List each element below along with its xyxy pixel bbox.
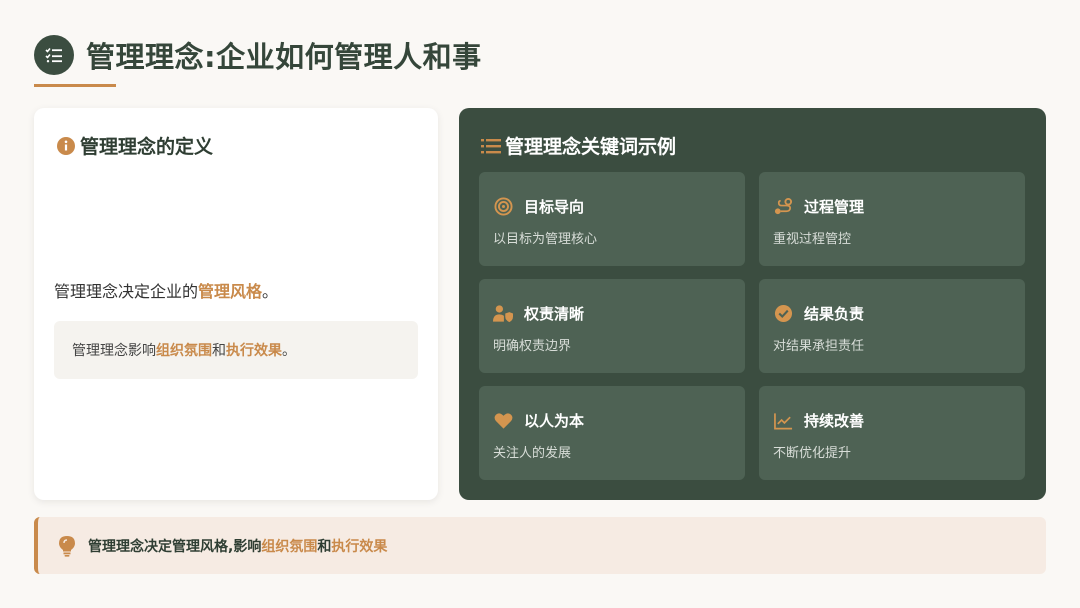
keywords-card: 管理理念关键词示例 目标导向 以目标为管理核心 过程管理 重视过程管控 权责清晰… bbox=[459, 108, 1046, 500]
keyword-desc: 以目标为管理核心 bbox=[493, 232, 598, 247]
keyword-tile-people: 以人为本 关注人的发展 bbox=[479, 386, 745, 480]
page-header: 管理理念:企业如何管理人和事 bbox=[34, 34, 482, 76]
definition-highlight: 管理风格 bbox=[198, 282, 263, 301]
influence-box: 管理理念影响 组织氛围和执行效果。 bbox=[54, 321, 418, 379]
definition-heading-label: 管理理念的定义 bbox=[80, 136, 214, 158]
summary-prefix: 管理理念决定管理风格,影响 bbox=[88, 538, 262, 555]
definition-text: 管理理念决定企业的管理风格。 bbox=[54, 278, 278, 302]
summary-mid: 和 bbox=[317, 538, 332, 555]
chart-line-icon bbox=[773, 411, 793, 431]
keyword-title: 结果负责 bbox=[804, 305, 865, 323]
influence-highlight-1: 组织氛围 bbox=[156, 343, 212, 359]
keyword-desc: 不断优化提升 bbox=[773, 446, 852, 461]
summary-highlight-2: 执行效果 bbox=[331, 538, 388, 555]
keywords-heading-label: 管理理念关键词示例 bbox=[505, 136, 677, 158]
keywords-heading: 管理理念关键词示例 bbox=[481, 132, 676, 159]
definition-heading: 管理理念的定义 bbox=[56, 132, 213, 159]
user-shield-icon bbox=[493, 304, 513, 324]
summary-text: 管理理念决定管理风格,影响组织氛围和执行效果 bbox=[88, 536, 387, 556]
target-icon bbox=[493, 197, 513, 217]
keyword-title: 权责清晰 bbox=[524, 305, 585, 323]
list-icon bbox=[481, 137, 501, 155]
keyword-title: 目标导向 bbox=[524, 198, 585, 216]
keyword-tile-result: 结果负责 对结果承担责任 bbox=[759, 279, 1025, 373]
summary-highlight-1: 组织氛围 bbox=[261, 538, 318, 555]
summary-bar: 管理理念决定管理风格,影响组织氛围和执行效果 bbox=[34, 517, 1046, 574]
definition-card: 管理理念的定义 管理理念决定企业的管理风格。 管理理念影响 组织氛围和执行效果。 bbox=[34, 108, 438, 500]
influence-prefix: 管理理念影响 bbox=[72, 343, 156, 359]
heart-icon bbox=[493, 411, 513, 431]
definition-suffix: 。 bbox=[262, 282, 279, 301]
definition-prefix: 管理理念决定企业的 bbox=[54, 282, 199, 301]
keyword-title: 持续改善 bbox=[804, 412, 865, 430]
checklist-icon bbox=[34, 35, 74, 75]
influence-mid: 和 bbox=[212, 343, 226, 359]
title-underline bbox=[34, 84, 116, 87]
keyword-title: 以人为本 bbox=[524, 412, 585, 430]
keyword-tile-improve: 持续改善 不断优化提升 bbox=[759, 386, 1025, 480]
keyword-tile-process: 过程管理 重视过程管控 bbox=[759, 172, 1025, 266]
influence-suffix: 。 bbox=[282, 343, 296, 359]
keyword-title: 过程管理 bbox=[804, 198, 865, 216]
keywords-grid: 目标导向 以目标为管理核心 过程管理 重视过程管控 权责清晰 明确权责边界 结果… bbox=[479, 172, 1025, 480]
keyword-tile-goal: 目标导向 以目标为管理核心 bbox=[479, 172, 745, 266]
keyword-desc: 关注人的发展 bbox=[493, 446, 572, 461]
page-title: 管理理念:企业如何管理人和事 bbox=[86, 40, 482, 74]
route-icon bbox=[773, 197, 793, 217]
keyword-desc: 重视过程管控 bbox=[773, 232, 852, 247]
keyword-desc: 对结果承担责任 bbox=[773, 339, 865, 354]
keyword-desc: 明确权责边界 bbox=[493, 339, 572, 354]
keyword-tile-responsibility: 权责清晰 明确权责边界 bbox=[479, 279, 745, 373]
check-circle-icon bbox=[773, 304, 793, 324]
info-icon bbox=[56, 136, 76, 156]
lightbulb-icon bbox=[58, 535, 76, 557]
influence-highlight-2: 执行效果 bbox=[226, 343, 282, 359]
